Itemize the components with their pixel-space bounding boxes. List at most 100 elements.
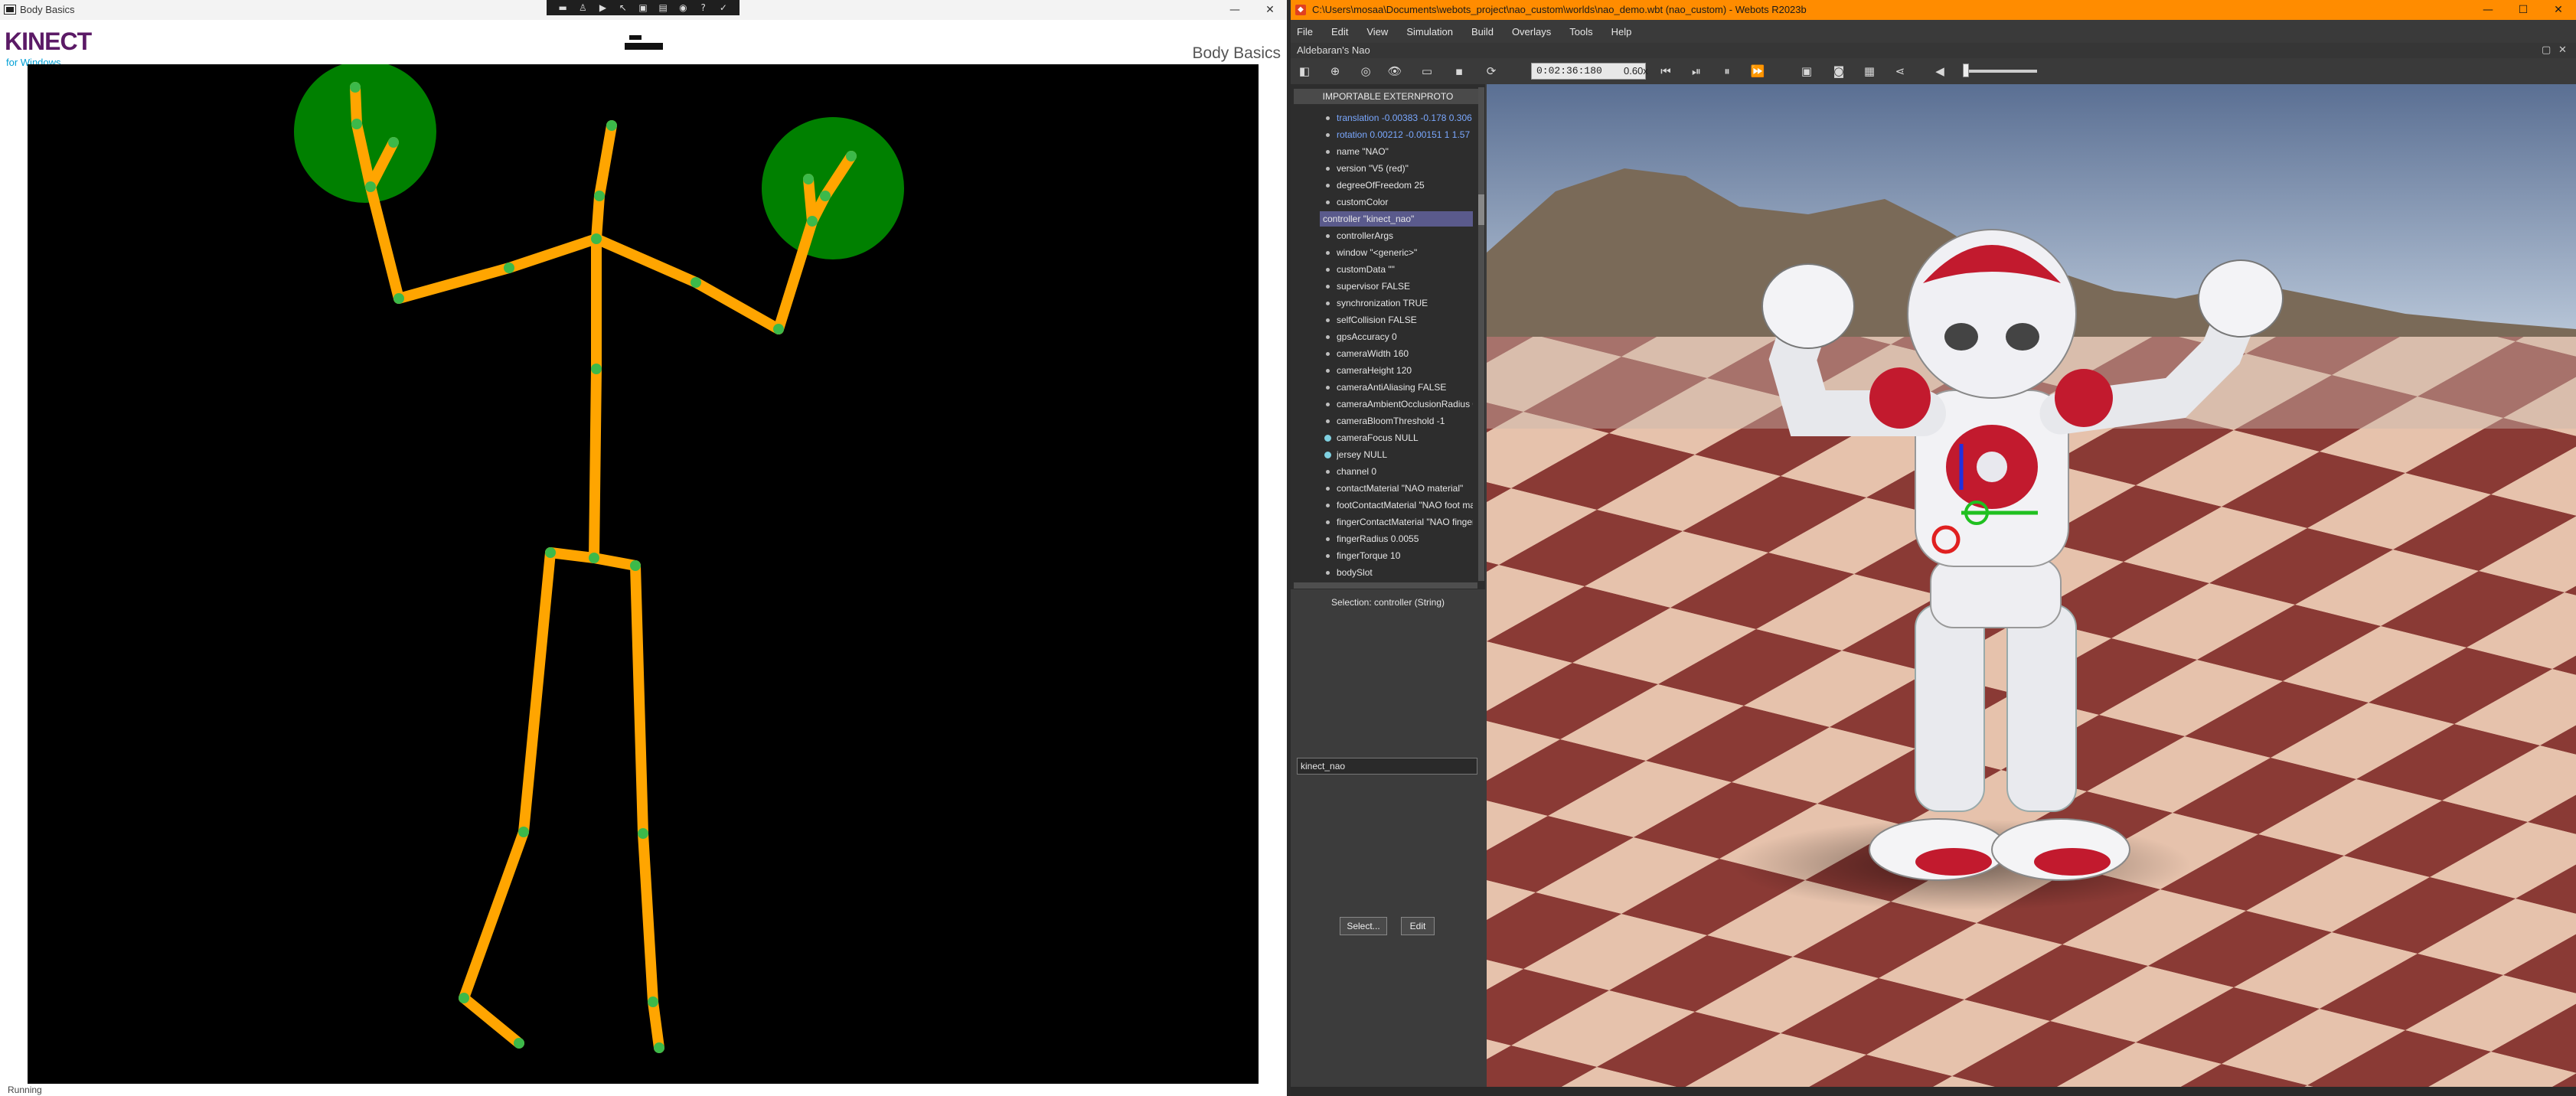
3d-scene[interactable]	[1487, 84, 2576, 1087]
close-button[interactable]: ✕	[2541, 0, 2576, 20]
field-bullet-icon	[1326, 234, 1330, 238]
add-node-icon[interactable]: ⊕	[1327, 64, 1343, 78]
menu-tools[interactable]: Tools	[1569, 26, 1592, 38]
scene-tree-field[interactable]: channel 0	[1337, 464, 1473, 479]
field-bullet-icon	[1326, 470, 1330, 474]
scene-tree-field[interactable]: rotation 0.00212 -0.00151 1 1.57	[1337, 127, 1473, 142]
selection-label: Selection: controller (String)	[1330, 597, 1445, 608]
menu-view[interactable]: View	[1366, 26, 1388, 38]
help-icon[interactable]: ?	[698, 2, 709, 13]
scene-tree-field[interactable]: contactMaterial "NAO material"	[1337, 481, 1473, 496]
kinect-header: KINECT for Windows Body Basics	[0, 20, 1287, 68]
cursor-icon[interactable]: ↖	[618, 2, 628, 13]
save-world-icon[interactable]: ▪	[1451, 64, 1467, 78]
open-world-icon[interactable]: ▭	[1419, 64, 1435, 78]
field-bullet-icon	[1326, 504, 1330, 507]
scene-tree-field[interactable]: controller "kinect_nao"	[1320, 211, 1473, 227]
field-bullet-icon	[1326, 571, 1330, 575]
edit-button[interactable]: Edit	[1401, 917, 1435, 935]
webots-app-icon: ◆	[1295, 5, 1306, 15]
maximize-button[interactable]: ☐	[2506, 0, 2541, 20]
field-bullet-icon	[1326, 116, 1330, 120]
field-bullet-icon	[1326, 201, 1330, 204]
volume-icon[interactable]: ◀	[1932, 64, 1948, 78]
undock-icon[interactable]: ▢	[2542, 44, 2551, 56]
toggle-scene-tree-icon[interactable]: ◧	[1297, 64, 1312, 78]
scene-tree-field[interactable]: controllerArgs	[1337, 228, 1473, 243]
scene-tree-field[interactable]: version "V5 (red)"	[1337, 161, 1473, 176]
close-button[interactable]: ✕	[1252, 0, 1288, 20]
field-bullet-icon	[1326, 386, 1330, 390]
maximize-button[interactable]	[1217, 0, 1252, 20]
skeleton-canvas	[28, 60, 1259, 1084]
volume-slider[interactable]	[1964, 70, 2037, 73]
render-icon[interactable]: ▣	[1799, 64, 1814, 78]
scene-tree-field[interactable]: fingerContactMaterial "NAO finger materi…	[1337, 514, 1473, 530]
scene-tree-field[interactable]: bodySlot	[1337, 565, 1473, 580]
simulation-time-value: 0:02:36:180	[1536, 65, 1602, 77]
mic-icon[interactable]: ◉	[677, 2, 688, 13]
fast-forward-icon[interactable]: ⏩	[1750, 64, 1765, 78]
reload-world-icon[interactable]: ⟳	[1484, 64, 1499, 78]
menu-file[interactable]: File	[1297, 26, 1313, 38]
scene-tree: IMPORTABLE EXTERNPROTO translation -0.00…	[1291, 84, 1485, 589]
screenshot-icon[interactable]: ◙	[1831, 64, 1846, 78]
scene-tree-scrollbar[interactable]	[1478, 87, 1484, 581]
field-value-input[interactable]	[1297, 758, 1477, 775]
eye-icon[interactable]: 👁	[1387, 64, 1402, 78]
scene-tree-field[interactable]: selfCollision FALSE	[1337, 312, 1473, 328]
scene-tree-field[interactable]: name "NAO"	[1337, 144, 1473, 159]
scene-tree-field[interactable]: translation -0.00383 -0.178 0.306	[1337, 110, 1473, 126]
app-icon	[4, 5, 16, 15]
status-text: Running	[8, 1085, 42, 1095]
scene-tree-field[interactable]: degreeOfFreedom 25	[1337, 178, 1473, 193]
scene-tree-field[interactable]: jersey NULL	[1337, 447, 1473, 462]
field-bullet-icon	[1326, 268, 1330, 272]
menu-help[interactable]: Help	[1611, 26, 1632, 38]
close-panel-icon[interactable]: ✕	[2558, 44, 2567, 56]
menu-overlays[interactable]: Overlays	[1512, 26, 1551, 38]
scene-tree-field[interactable]: cameraBloomThreshold -1	[1337, 413, 1473, 429]
volume-slider-handle[interactable]	[1963, 64, 1969, 77]
scene-tree-field[interactable]: cameraWidth 160	[1337, 346, 1473, 361]
reset-simulation-icon[interactable]: ⏮	[1658, 64, 1673, 78]
scene-tree-field[interactable]: cameraHeight 120	[1337, 363, 1473, 378]
scene-tree-field[interactable]: gpsAccuracy 0	[1337, 329, 1473, 344]
pause-icon[interactable]: ⏸	[1719, 64, 1735, 78]
step-icon[interactable]: ⏯	[1689, 64, 1704, 78]
menu-simulation[interactable]: Simulation	[1406, 26, 1453, 38]
region-icon[interactable]: ▣	[638, 2, 648, 13]
scene-tree-field[interactable]: customData ""	[1337, 262, 1473, 277]
scene-tree-field[interactable]: fingerTorque 10	[1337, 548, 1473, 563]
scene-tree-field[interactable]: synchronization TRUE	[1337, 295, 1473, 311]
scene-tree-field[interactable]: cameraAmbientOcclusionRadius 0	[1337, 396, 1473, 412]
scrollbar-thumb[interactable]	[1478, 194, 1484, 225]
view-icon[interactable]: ◎	[1358, 64, 1373, 78]
video-icon[interactable]: ▶	[598, 2, 609, 13]
scene-tree-field[interactable]: customColor	[1337, 194, 1473, 210]
scene-tree-hscrollbar[interactable]	[1294, 582, 1477, 589]
menu-edit[interactable]: Edit	[1331, 26, 1348, 38]
minimize-button[interactable]: —	[2470, 0, 2506, 20]
scene-tree-field[interactable]: cameraAntiAliasing FALSE	[1337, 380, 1473, 395]
scene-tree-field[interactable]: cameraFocus NULL	[1337, 430, 1473, 445]
share-icon[interactable]: ⋖	[1892, 64, 1908, 78]
scene-tree-field[interactable]: footContactMaterial "NAO foot material"	[1337, 497, 1473, 513]
3d-view[interactable]	[1487, 84, 2576, 1087]
menu-build[interactable]: Build	[1471, 26, 1494, 38]
field-bullet-icon	[1326, 352, 1330, 356]
scene-tree-field[interactable]: window "<generic>"	[1337, 245, 1473, 260]
webots-titlebar[interactable]: ◆ C:\Users\mosaa\Documents\webots_projec…	[1291, 0, 2576, 20]
field-bullet-icon	[1326, 167, 1330, 171]
kinect-logo: KINECT	[5, 28, 92, 55]
scene-tree-field[interactable]: supervisor FALSE	[1337, 279, 1473, 294]
check-icon[interactable]: ✓	[718, 2, 729, 13]
scene-tree-header[interactable]: IMPORTABLE EXTERNPROTO	[1294, 89, 1482, 104]
select-button[interactable]: Select...	[1340, 917, 1387, 935]
menu-icon[interactable]: ▬	[557, 2, 568, 13]
window-icon[interactable]: ▤	[658, 2, 668, 13]
person-icon[interactable]: ♙	[577, 2, 588, 13]
record-movie-icon[interactable]: ▦	[1862, 64, 1877, 78]
scene-tree-field[interactable]: fingerRadius 0.0055	[1337, 531, 1473, 546]
kinect-window-title: Body Basics	[20, 4, 75, 15]
